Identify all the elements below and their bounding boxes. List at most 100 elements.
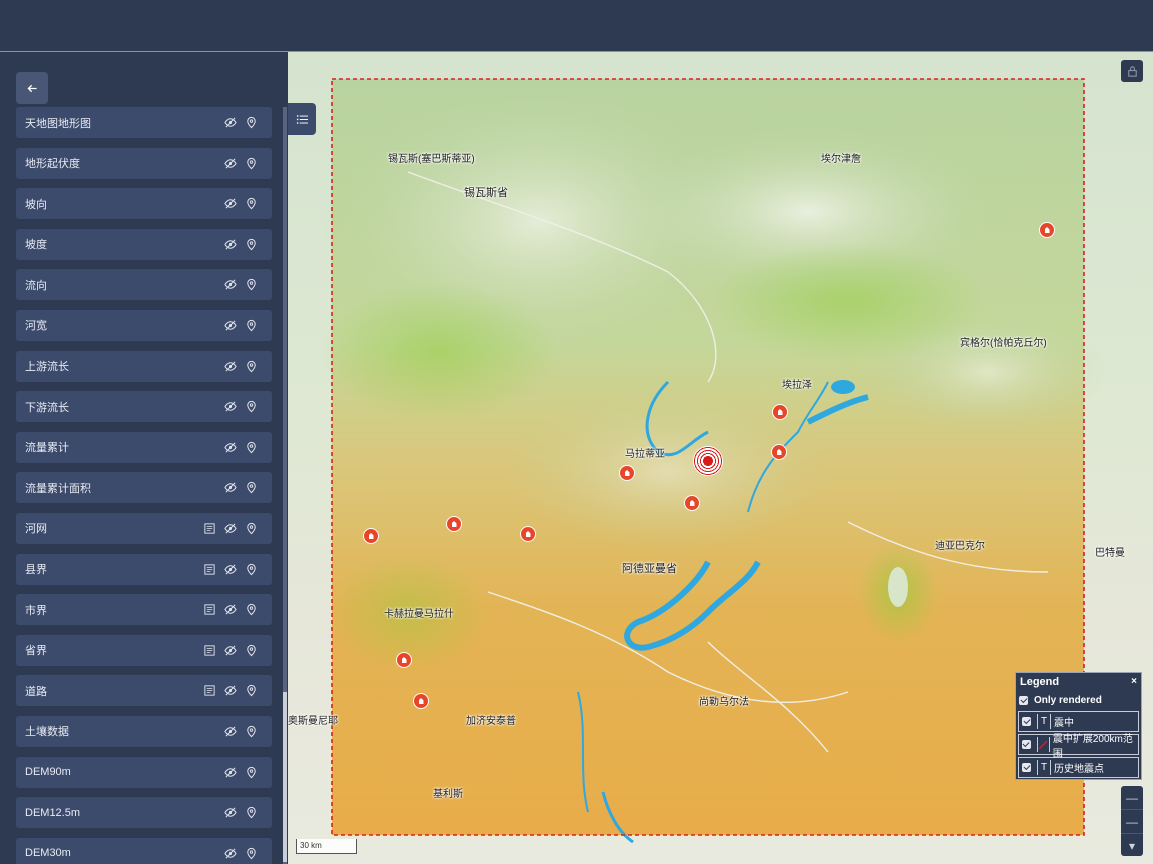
- legend-entry-range[interactable]: 震中扩展200km范围: [1018, 734, 1139, 760]
- eye-icon[interactable]: [224, 360, 237, 373]
- layer-item[interactable]: 河宽: [16, 309, 272, 341]
- history-earthquake-marker[interactable]: [446, 516, 462, 532]
- place-label: 锡瓦斯(塞巴斯蒂亚): [388, 154, 475, 165]
- map-view[interactable]: 锡瓦斯(塞巴斯蒂亚) 锡瓦斯省 埃尔津詹 宾格尔(恰帕克丘尔) 埃拉泽 马拉蒂亚…: [288, 52, 1153, 864]
- layer-item[interactable]: 省界: [16, 634, 272, 666]
- layer-item-label: 道路: [25, 685, 47, 698]
- location-pin-icon[interactable]: [245, 481, 258, 494]
- back-button[interactable]: [16, 72, 48, 104]
- layer-item[interactable]: 县界: [16, 553, 272, 585]
- location-pin-icon[interactable]: [245, 197, 258, 210]
- table-icon[interactable]: [203, 644, 216, 657]
- location-pin-icon[interactable]: [245, 644, 258, 657]
- eye-icon[interactable]: [224, 238, 237, 251]
- eye-icon[interactable]: [224, 116, 237, 129]
- location-pin-icon[interactable]: [245, 766, 258, 779]
- layer-item[interactable]: 道路: [16, 675, 272, 707]
- layer-list-toggle[interactable]: [288, 103, 316, 135]
- location-pin-icon[interactable]: [245, 563, 258, 576]
- history-earthquake-marker[interactable]: [520, 526, 536, 542]
- layer-item-label: 流向: [25, 279, 47, 292]
- layer-item[interactable]: 下游流长: [16, 391, 272, 423]
- eye-icon[interactable]: [224, 766, 237, 779]
- table-icon[interactable]: [203, 522, 216, 535]
- eye-icon[interactable]: [224, 522, 237, 535]
- layer-item[interactable]: 市界: [16, 594, 272, 626]
- eye-icon[interactable]: [224, 644, 237, 657]
- legend-entry-history[interactable]: T 历史地震点: [1018, 757, 1139, 778]
- zoom-out-button[interactable]: —: [1121, 810, 1143, 834]
- layer-item-label: 河宽: [25, 320, 47, 333]
- history-earthquake-marker[interactable]: [413, 693, 429, 709]
- legend-close-button[interactable]: ×: [1131, 676, 1137, 687]
- layer-item[interactable]: 地形起伏度: [16, 147, 272, 179]
- layer-item-label: 河网: [25, 523, 47, 536]
- eye-icon[interactable]: [224, 725, 237, 738]
- location-pin-icon[interactable]: [245, 806, 258, 819]
- location-pin-icon[interactable]: [245, 441, 258, 454]
- layer-item[interactable]: DEM90m: [16, 756, 272, 788]
- eye-icon[interactable]: [224, 157, 237, 170]
- checkbox[interactable]: [1022, 763, 1031, 772]
- layer-item[interactable]: 坡度: [16, 228, 272, 260]
- history-earthquake-marker[interactable]: [771, 444, 787, 460]
- layer-item[interactable]: 流量累计面积: [16, 472, 272, 504]
- eye-icon[interactable]: [224, 441, 237, 454]
- eye-icon[interactable]: [224, 806, 237, 819]
- layer-item[interactable]: 天地图地形图: [16, 107, 272, 138]
- layer-item-label: DEM12.5m: [25, 806, 81, 819]
- location-pin-icon[interactable]: [245, 319, 258, 332]
- history-earthquake-marker[interactable]: [619, 465, 635, 481]
- layer-list: 天地图地形图 地形起伏度坡向坡度流向河宽上游流长下游流长流量累计流量累计面积河网县…: [16, 107, 272, 864]
- eye-icon[interactable]: [224, 400, 237, 413]
- table-icon[interactable]: [203, 603, 216, 616]
- eye-icon[interactable]: [224, 319, 237, 332]
- location-pin-icon[interactable]: [245, 847, 258, 860]
- layer-item-label: 下游流长: [25, 401, 69, 414]
- layer-item[interactable]: 河网: [16, 512, 272, 544]
- location-pin-icon[interactable]: [245, 603, 258, 616]
- eye-icon[interactable]: [224, 603, 237, 616]
- layer-item[interactable]: 坡向: [16, 188, 272, 220]
- location-pin-icon[interactable]: [245, 684, 258, 697]
- eye-icon[interactable]: [224, 684, 237, 697]
- location-pin-icon[interactable]: [245, 360, 258, 373]
- history-earthquake-marker[interactable]: [1039, 222, 1055, 238]
- place-label: 巴特曼: [1095, 548, 1125, 559]
- location-pin-icon[interactable]: [245, 116, 258, 129]
- eye-icon[interactable]: [224, 197, 237, 210]
- location-pin-icon[interactable]: [245, 400, 258, 413]
- layer-item[interactable]: DEM30m: [16, 837, 272, 864]
- history-earthquake-marker[interactable]: [396, 652, 412, 668]
- location-pin-icon[interactable]: [245, 238, 258, 251]
- history-earthquake-marker[interactable]: [684, 495, 700, 511]
- history-earthquake-marker[interactable]: [363, 528, 379, 544]
- scrollbar-thumb[interactable]: [283, 692, 287, 862]
- table-icon[interactable]: [203, 684, 216, 697]
- location-pin-icon[interactable]: [245, 725, 258, 738]
- collapse-button[interactable]: ▾: [1121, 834, 1143, 857]
- location-pin-icon[interactable]: [245, 157, 258, 170]
- layer-item-label: 坡向: [25, 198, 47, 211]
- place-label: 奥斯曼尼耶: [288, 716, 338, 727]
- checkbox[interactable]: [1019, 696, 1028, 705]
- epicenter-marker[interactable]: [693, 446, 723, 476]
- location-pin-icon[interactable]: [245, 522, 258, 535]
- eye-icon[interactable]: [224, 563, 237, 576]
- zoom-in-button[interactable]: —: [1121, 786, 1143, 810]
- history-earthquake-marker[interactable]: [772, 404, 788, 420]
- layer-item[interactable]: 上游流长: [16, 350, 272, 382]
- eye-icon[interactable]: [224, 481, 237, 494]
- eye-icon[interactable]: [224, 847, 237, 860]
- table-icon[interactable]: [203, 563, 216, 576]
- layer-item[interactable]: 流向: [16, 269, 272, 301]
- only-rendered-toggle[interactable]: Only rendered: [1016, 690, 1141, 711]
- location-pin-icon[interactable]: [245, 278, 258, 291]
- lock-button[interactable]: [1121, 60, 1143, 82]
- layer-item[interactable]: DEM12.5m: [16, 797, 272, 829]
- eye-icon[interactable]: [224, 278, 237, 291]
- checkbox[interactable]: [1022, 717, 1031, 726]
- layer-item[interactable]: 土壤数据: [16, 715, 272, 747]
- layer-item[interactable]: 流量累计: [16, 431, 272, 463]
- checkbox[interactable]: [1022, 740, 1031, 749]
